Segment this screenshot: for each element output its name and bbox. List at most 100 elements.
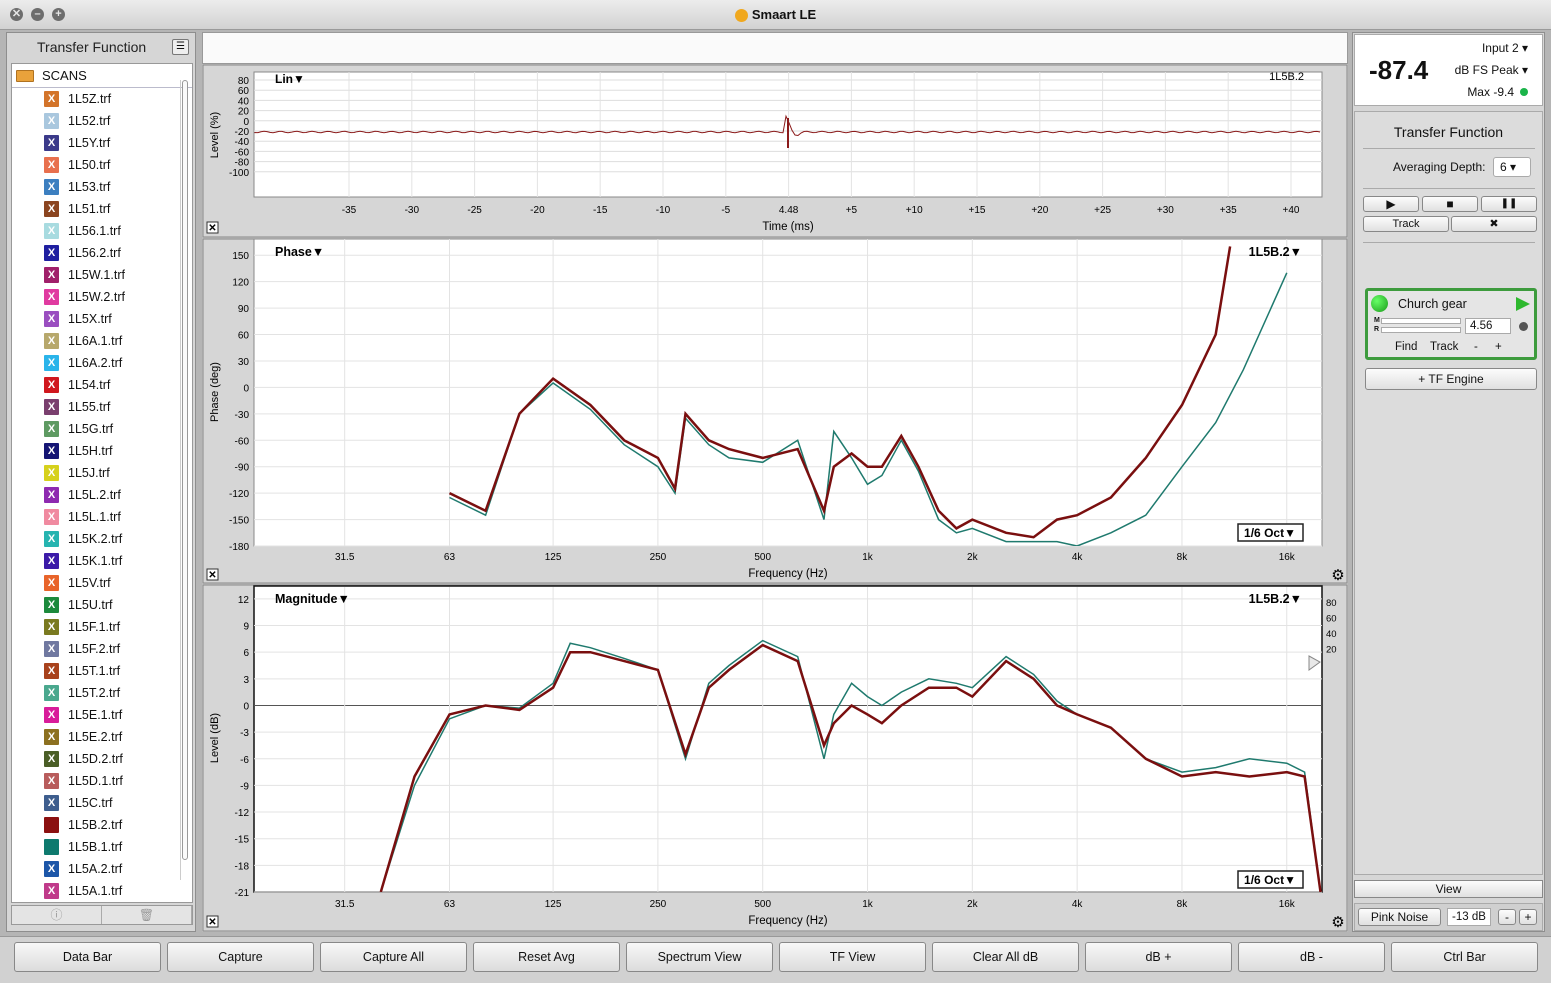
file-name: 1L5K.2.trf bbox=[68, 532, 123, 546]
file-icon: X bbox=[44, 245, 59, 261]
level-minus-button[interactable]: - bbox=[1498, 909, 1516, 925]
phase-settings-gear-icon[interactable]: ⚙ bbox=[1331, 567, 1344, 584]
file-item[interactable]: X 1L5T.2.trf bbox=[12, 682, 192, 704]
pause-button[interactable]: ❚❚ bbox=[1481, 196, 1537, 212]
tools-button[interactable]: ✖ bbox=[1451, 216, 1537, 232]
file-item[interactable]: X 1L5J.trf bbox=[12, 462, 192, 484]
file-item[interactable]: X 1L5C.trf bbox=[12, 792, 192, 814]
file-item[interactable]: X 1L6A.1.trf bbox=[12, 330, 192, 352]
file-list-scrollbar[interactable] bbox=[180, 80, 188, 880]
averaging-depth-select[interactable]: 6 ▾ bbox=[1493, 157, 1531, 177]
file-item[interactable]: X 1L5X.trf bbox=[12, 308, 192, 330]
file-item[interactable]: X 1L5E.1.trf bbox=[12, 704, 192, 726]
magnitude-xtick: 125 bbox=[545, 899, 562, 910]
file-item[interactable]: X 1L5A.1.trf bbox=[12, 880, 192, 902]
file-item[interactable]: X 1L5W.1.trf bbox=[12, 264, 192, 286]
file-icon: X bbox=[44, 553, 59, 569]
file-item[interactable]: X 1L5E.2.trf bbox=[12, 726, 192, 748]
add-tf-engine-button[interactable]: + TF Engine bbox=[1365, 368, 1537, 390]
pink-noise-button[interactable]: Pink Noise bbox=[1358, 908, 1441, 926]
delay-field[interactable]: 4.56 bbox=[1465, 318, 1511, 334]
file-name: 1L5D.2.trf bbox=[68, 752, 123, 766]
file-item[interactable]: X 1L5U.trf bbox=[12, 594, 192, 616]
cmd-button-spectrum-view[interactable]: Spectrum View bbox=[626, 942, 773, 972]
cmd-button-ctrl-bar[interactable]: Ctrl Bar bbox=[1391, 942, 1538, 972]
file-item[interactable]: X 1L51.trf bbox=[12, 198, 192, 220]
file-item[interactable]: X 1L54.trf bbox=[12, 374, 192, 396]
file-item[interactable]: X 1L5A.2.trf bbox=[12, 858, 192, 880]
file-item[interactable]: X 1L5V.trf bbox=[12, 572, 192, 594]
file-item[interactable]: X 1L5L.1.trf bbox=[12, 506, 192, 528]
phase-ytick: -150 bbox=[229, 516, 249, 527]
stop-button[interactable]: ■ bbox=[1422, 196, 1478, 212]
cmd-button-clear-all-db[interactable]: Clear All dB bbox=[932, 942, 1079, 972]
file-item[interactable]: X 1L5F.1.trf bbox=[12, 616, 192, 638]
trash-icon[interactable]: 🗑 bbox=[102, 906, 192, 924]
engine-name[interactable]: Church gear bbox=[1398, 297, 1467, 311]
close-window-button[interactable]: ✕ bbox=[10, 8, 23, 21]
cmd-button-reset-avg[interactable]: Reset Avg bbox=[473, 942, 620, 972]
file-item[interactable]: X 1L5D.1.trf bbox=[12, 770, 192, 792]
file-item[interactable]: X 1L53.trf bbox=[12, 176, 192, 198]
file-item[interactable]: X 1L56.1.trf bbox=[12, 220, 192, 242]
scrollbar-thumb[interactable] bbox=[182, 80, 188, 860]
meter-mode-select[interactable]: dB FS Peak ▾ bbox=[1455, 63, 1528, 77]
averaging-label: Averaging Depth: bbox=[1393, 160, 1486, 174]
engine-power-icon[interactable] bbox=[1371, 295, 1388, 312]
delay-minus-button[interactable]: - bbox=[1474, 341, 1478, 353]
file-item[interactable]: X 1L55.trf bbox=[12, 396, 192, 418]
phase-mode-label[interactable]: Phase▼ bbox=[275, 245, 324, 259]
file-item[interactable]: X 1L6A.2.trf bbox=[12, 352, 192, 374]
phase-trace-label[interactable]: 1L5B.2▼ bbox=[1249, 245, 1302, 259]
delay-plus-button[interactable]: + bbox=[1495, 341, 1502, 353]
folder-scans[interactable]: SCANS bbox=[12, 64, 192, 88]
zoom-window-button[interactable]: + bbox=[52, 8, 65, 21]
magnitude-plot[interactable] bbox=[253, 585, 1323, 893]
file-item[interactable]: X 1L52.trf bbox=[12, 110, 192, 132]
cmd-button-data-bar[interactable]: Data Bar bbox=[14, 942, 161, 972]
generator-level[interactable]: -13 dB bbox=[1447, 908, 1491, 926]
engine-run-icon[interactable] bbox=[1516, 297, 1530, 311]
file-item[interactable]: 1L5B.1.trf bbox=[12, 836, 192, 858]
browser-menu-button[interactable]: ☰ bbox=[172, 39, 189, 55]
engine-track-button[interactable]: Track bbox=[1430, 341, 1458, 353]
view-button[interactable]: View bbox=[1354, 880, 1543, 898]
level-plus-button[interactable]: + bbox=[1519, 909, 1537, 925]
cmd-button-tf-view[interactable]: TF View bbox=[779, 942, 926, 972]
file-item[interactable]: X 1L5T.1.trf bbox=[12, 660, 192, 682]
impulse-mode-label[interactable]: Lin▼ bbox=[275, 72, 305, 86]
impulse-xtick: +5 bbox=[846, 205, 858, 216]
minimize-window-button[interactable]: – bbox=[31, 8, 44, 21]
magnitude-settings-gear-icon[interactable]: ⚙ bbox=[1331, 914, 1344, 931]
file-item[interactable]: X 1L5G.trf bbox=[12, 418, 192, 440]
file-item[interactable]: X 1L5L.2.trf bbox=[12, 484, 192, 506]
magnitude-mode-label[interactable]: Magnitude▼ bbox=[275, 592, 350, 606]
magnitude-trace-label[interactable]: 1L5B.2▼ bbox=[1249, 592, 1302, 606]
track-button[interactable]: Track bbox=[1363, 216, 1449, 232]
file-item[interactable]: 1L5B.2.trf bbox=[12, 814, 192, 836]
file-item[interactable]: X 1L5W.2.trf bbox=[12, 286, 192, 308]
cmd-button-capture[interactable]: Capture bbox=[167, 942, 314, 972]
file-item[interactable]: X 1L50.trf bbox=[12, 154, 192, 176]
file-item[interactable]: X 1L5H.trf bbox=[12, 440, 192, 462]
magnitude-xtick: 8k bbox=[1177, 899, 1189, 910]
folder-icon bbox=[16, 70, 34, 82]
file-item[interactable]: X 1L5F.2.trf bbox=[12, 638, 192, 660]
find-button[interactable]: Find bbox=[1395, 341, 1417, 353]
file-item[interactable]: X 1L5D.2.trf bbox=[12, 748, 192, 770]
input-select[interactable]: Input 2 ▾ bbox=[1482, 41, 1528, 55]
file-item[interactable]: X 1L5Z.trf bbox=[12, 88, 192, 110]
cmd-button-db-[interactable]: dB + bbox=[1085, 942, 1232, 972]
file-item[interactable]: X 1L5Y.trf bbox=[12, 132, 192, 154]
file-item[interactable]: X 1L5K.2.trf bbox=[12, 528, 192, 550]
play-button[interactable]: ▶ bbox=[1363, 196, 1419, 212]
file-item[interactable]: X 1L56.2.trf bbox=[12, 242, 192, 264]
cmd-button-capture-all[interactable]: Capture All bbox=[320, 942, 467, 972]
phase-plot[interactable] bbox=[253, 238, 1323, 547]
phase-xtick: 63 bbox=[444, 552, 456, 563]
file-item[interactable]: X 1L5K.1.trf bbox=[12, 550, 192, 572]
cmd-button-db-[interactable]: dB - bbox=[1238, 942, 1385, 972]
tf-engine-church-gear[interactable]: Church gear M R 4.56 Find Track - + bbox=[1365, 288, 1537, 360]
magnitude-xtick: 250 bbox=[650, 899, 667, 910]
info-icon[interactable]: ⓘ bbox=[12, 906, 102, 924]
